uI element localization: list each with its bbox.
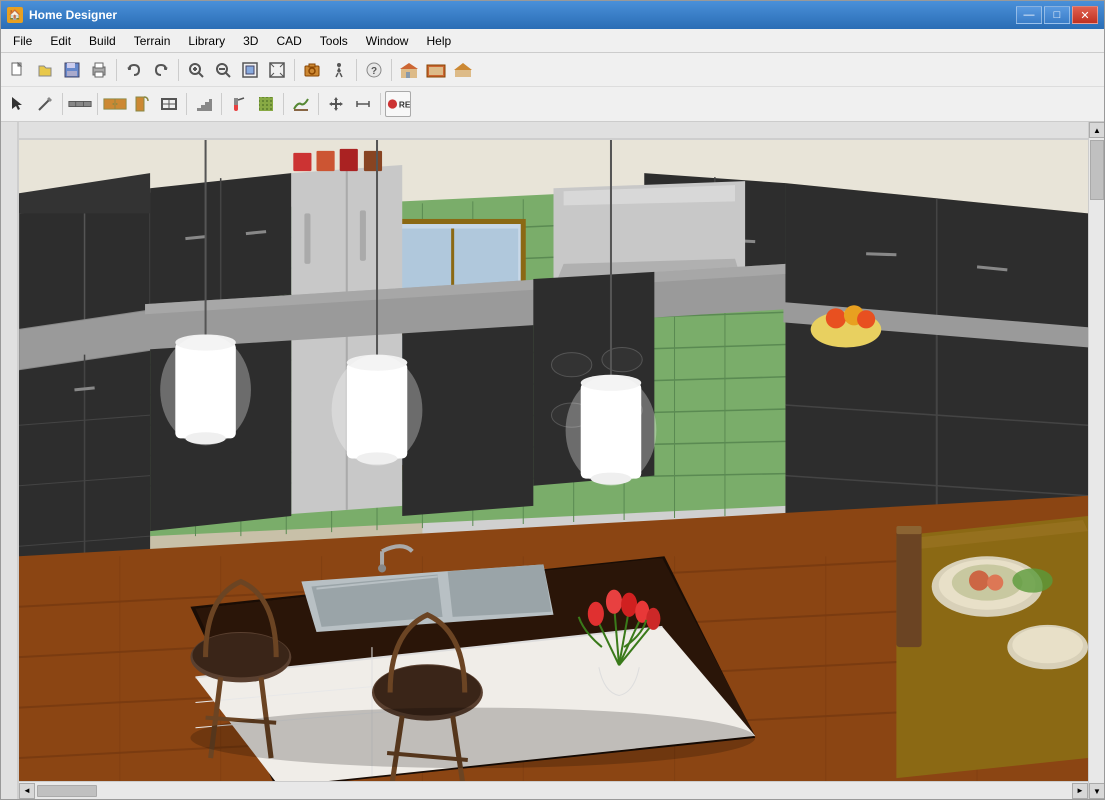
left-ruler	[1, 122, 19, 799]
scroll-down-button[interactable]: ▼	[1089, 783, 1104, 799]
menu-terrain[interactable]: Terrain	[126, 32, 179, 50]
separator-7	[97, 93, 98, 115]
draw-tool[interactable]	[32, 91, 58, 117]
wall-tool[interactable]	[67, 91, 93, 117]
menu-bar: File Edit Build Terrain Library 3D CAD T…	[1, 29, 1104, 53]
separator-1	[116, 59, 117, 81]
window-title: Home Designer	[29, 8, 1010, 22]
menu-window[interactable]: Window	[358, 32, 417, 50]
menu-3d[interactable]: 3D	[235, 32, 266, 50]
minimize-button[interactable]: —	[1016, 6, 1042, 24]
svg-text:?: ?	[371, 66, 377, 77]
menu-build[interactable]: Build	[81, 32, 124, 50]
separator-3	[294, 59, 295, 81]
toolbar-2: REC	[1, 87, 1104, 121]
content-area: ◄ ►	[19, 122, 1088, 799]
top-ruler	[19, 122, 1088, 140]
close-button[interactable]: ✕	[1072, 6, 1098, 24]
scroll-up-button[interactable]: ▲	[1089, 122, 1104, 138]
texture-tool[interactable]	[253, 91, 279, 117]
redo-button[interactable]	[148, 57, 174, 83]
separator-12	[380, 93, 381, 115]
separator-5	[391, 59, 392, 81]
zoom-fit-button[interactable]	[264, 57, 290, 83]
menu-cad[interactable]: CAD	[268, 32, 309, 50]
horizontal-scrollbar[interactable]: ◄ ►	[19, 781, 1088, 799]
door-tool[interactable]	[129, 91, 155, 117]
scroll-left-button[interactable]: ◄	[19, 783, 35, 799]
open-button[interactable]	[32, 57, 58, 83]
separator-8	[186, 93, 187, 115]
save-button[interactable]	[59, 57, 85, 83]
zoom-out-button[interactable]	[210, 57, 236, 83]
record-button[interactable]: REC	[385, 91, 411, 117]
vertical-scroll-thumb[interactable]	[1090, 140, 1104, 200]
print-button[interactable]	[86, 57, 112, 83]
dimension-tool[interactable]	[350, 91, 376, 117]
separator-10	[283, 93, 284, 115]
scroll-track[interactable]	[35, 782, 1072, 799]
menu-tools[interactable]: Tools	[312, 32, 356, 50]
maximize-button[interactable]: □	[1044, 6, 1070, 24]
help-button[interactable]: ?	[361, 57, 387, 83]
paint-tool[interactable]	[226, 91, 252, 117]
menu-edit[interactable]: Edit	[42, 32, 79, 50]
camera-button[interactable]	[299, 57, 325, 83]
menu-file[interactable]: File	[5, 32, 40, 50]
separator-4	[356, 59, 357, 81]
separator-11	[318, 93, 319, 115]
main-window: 🏠 Home Designer — □ ✕ File Edit Build Te…	[0, 0, 1105, 800]
cabinet-tool[interactable]	[102, 91, 128, 117]
menu-help[interactable]: Help	[418, 32, 459, 50]
app-icon: 🏠	[7, 7, 23, 23]
terrain-tool[interactable]	[288, 91, 314, 117]
zoom-in-button[interactable]	[183, 57, 209, 83]
menu-library[interactable]: Library	[180, 32, 233, 50]
move-tool[interactable]	[323, 91, 349, 117]
main-area: ◄ ► ▲ ▼	[1, 122, 1104, 799]
select-tool[interactable]	[5, 91, 31, 117]
vertical-scroll-track[interactable]	[1089, 138, 1104, 783]
elevation-button[interactable]	[450, 57, 476, 83]
stair-tool[interactable]	[191, 91, 217, 117]
scroll-thumb[interactable]	[37, 785, 97, 797]
window-tool[interactable]	[156, 91, 182, 117]
separator-2	[178, 59, 179, 81]
walk-button[interactable]	[326, 57, 352, 83]
toolbar-area: ?	[1, 53, 1104, 122]
viewport[interactable]	[19, 140, 1088, 781]
separator-6	[62, 93, 63, 115]
toolbar-1: ?	[1, 53, 1104, 87]
scroll-right-button[interactable]: ►	[1072, 783, 1088, 799]
house-view-button[interactable]	[396, 57, 422, 83]
window-controls: — □ ✕	[1016, 6, 1098, 24]
new-button[interactable]	[5, 57, 31, 83]
undo-button[interactable]	[121, 57, 147, 83]
zoom-full-button[interactable]	[237, 57, 263, 83]
title-bar: 🏠 Home Designer — □ ✕	[1, 1, 1104, 29]
floorplan-button[interactable]	[423, 57, 449, 83]
svg-text:REC: REC	[399, 100, 410, 110]
kitchen-scene	[19, 140, 1088, 781]
separator-9	[221, 93, 222, 115]
vertical-scrollbar[interactable]: ▲ ▼	[1088, 122, 1104, 799]
